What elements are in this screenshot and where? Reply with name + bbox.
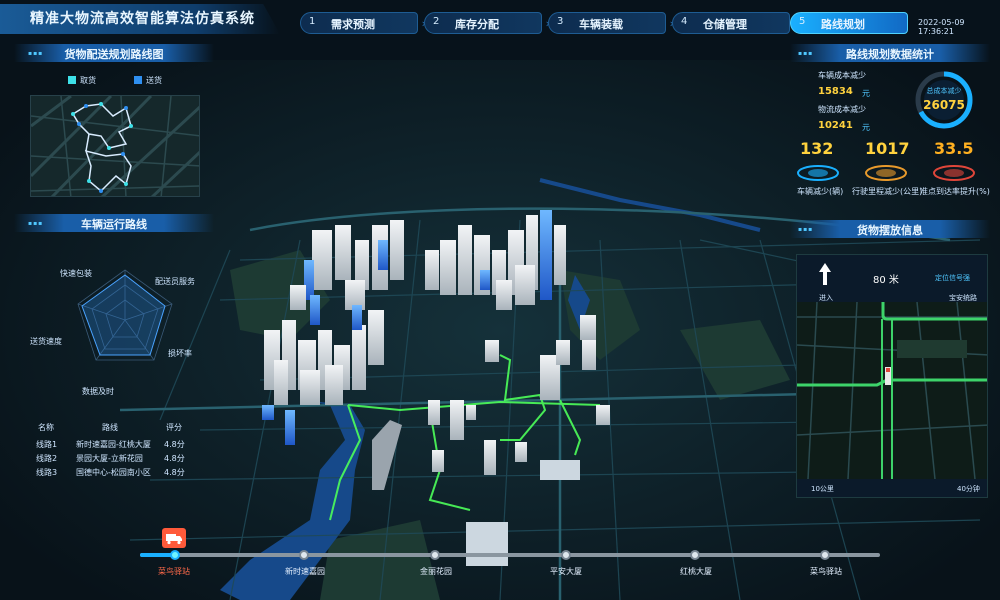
legend-swatch (134, 76, 142, 84)
step-tab-2[interactable]: 2 库存分配 › (424, 12, 550, 34)
timeline-node-active[interactable] (170, 550, 180, 560)
radar-axis-label: 数据及时 (82, 387, 114, 396)
col-header: 名称 (38, 423, 54, 432)
step-num: 1 (309, 16, 316, 27)
nav-signal-label: 定位信号强 (935, 274, 970, 282)
vehicle-cost-value: 15834 (818, 86, 853, 97)
indicator-pedestals (797, 165, 975, 181)
minimap-canvas (31, 96, 199, 196)
timeline-label: 菜鸟驿站 (810, 567, 842, 576)
nav-enter-label: 进入 (819, 294, 833, 302)
datetime: 2022-05-09 17:36:21 (918, 18, 965, 36)
table-cell: 4.8分 (164, 440, 185, 449)
cargo-header: ▪▪▪ 货物摆放信息 (790, 220, 990, 238)
timeline-node[interactable] (561, 550, 571, 560)
radar-axis-label: 损坏率 (168, 349, 192, 358)
timeline-node[interactable] (430, 550, 440, 560)
delivery-map-header: ▪▪▪ 货物配送规划路线图 (14, 44, 214, 62)
step-num: 3 (557, 16, 564, 27)
radar-axis-label: 配送员服务 (155, 277, 195, 286)
step-num: 2 (433, 16, 440, 27)
table-header: 名称 路线 评分 (30, 422, 200, 434)
timeline-label: 红桃大厦 (680, 567, 712, 576)
unit-label: 元 (862, 123, 870, 132)
nav-map-canvas (797, 263, 987, 497)
nav-distance: 80 米 (873, 275, 899, 286)
vehicle-route-header: ▪▪▪ 车辆运行路线 (14, 214, 214, 232)
stats-title: 路线规划数据统计 (846, 48, 934, 61)
cargo-title: 货物摆放信息 (857, 224, 923, 237)
legend-swatch (68, 76, 76, 84)
step-label: 需求预测 (331, 18, 375, 31)
timeline-label: 平安大厦 (550, 567, 582, 576)
table-cell: 线路3 (36, 468, 58, 477)
step-tab-5[interactable]: 5 路线规划 (790, 12, 908, 34)
table-cell: 4.8分 (164, 468, 185, 477)
vehicles-reduced-value: 132 (800, 139, 834, 158)
col-header: 路线 (102, 423, 118, 432)
nav-distance-total: 10公里 (811, 485, 834, 493)
vehicles-reduced-label: 车辆减少(辆) (797, 187, 844, 196)
timeline-label: 金丽花园 (420, 567, 452, 576)
app-title: 精准大物流高效智能算法仿真系统 (30, 11, 255, 27)
unit-label: 元 (862, 89, 870, 98)
timeline-label: 新时速嘉园 (285, 567, 325, 576)
table-cell: 4.8分 (164, 454, 185, 463)
table-cell: 新时速嘉园-红桃大厦 (76, 440, 151, 449)
legend-label: 取货 (80, 76, 96, 85)
logistics-cost-value: 10241 (818, 120, 853, 131)
timeline-track (140, 553, 880, 557)
table-cell: 线路2 (36, 454, 58, 463)
step-tab-3[interactable]: 3 车辆装载 › (548, 12, 674, 34)
total-label: 总成本减少 (926, 87, 962, 95)
step-tab-4[interactable]: 4 仓储管理 › (672, 12, 798, 34)
legend-pickup: 取货 (68, 75, 96, 86)
step-label: 车辆装载 (579, 18, 623, 31)
step-num: 4 (681, 16, 688, 27)
timeline-node[interactable] (690, 550, 700, 560)
table-cell: 线路1 (36, 440, 58, 449)
table-row[interactable]: 线路2 景园大厦-立新花园 4.8分 (30, 453, 200, 465)
radar-axis-label: 送货速度 (30, 337, 62, 346)
mileage-reduced-label: 行驶里程减少(公里) (852, 187, 923, 196)
ontime-rate-value: 33.5 (934, 139, 974, 158)
stats-header: ▪▪▪ 路线规划数据统计 (790, 44, 990, 62)
col-header: 评分 (166, 423, 182, 432)
nav-destination: 宝安统路 (949, 294, 977, 302)
timeline-node[interactable] (299, 550, 309, 560)
logistics-cost-label: 物流成本减少 (818, 105, 866, 114)
nav-time-total: 40分钟 (957, 485, 980, 493)
radar-axis-label: 快速包装 (60, 269, 92, 278)
step-label: 仓储管理 (703, 18, 747, 31)
vehicle-route-title: 车辆运行路线 (81, 218, 147, 231)
timeline-node[interactable] (820, 550, 830, 560)
legend-delivery: 送货 (134, 75, 162, 86)
table-cell: 景园大厦-立新花园 (76, 454, 143, 463)
legend-label: 送货 (146, 76, 162, 85)
table-row[interactable]: 线路3 国德中心-松园南小区 4.8分 (30, 467, 200, 479)
delivery-map-title: 货物配送规划路线图 (64, 48, 164, 61)
truck-marker[interactable] (162, 528, 186, 548)
timeline-label: 菜鸟驿站 (158, 567, 190, 576)
table-row[interactable]: 线路1 新时速嘉园-红桃大厦 4.8分 (30, 439, 200, 451)
total-value: 26075 (923, 98, 965, 112)
ontime-rate-label: 准点到达率提升(%) (920, 187, 990, 196)
navigation-map[interactable]: 80 米 定位信号强 进入 宝安统路 10公里 40分钟 (796, 254, 988, 498)
step-label: 库存分配 (455, 18, 499, 31)
vehicle-cost-label: 车辆成本减少 (818, 71, 866, 80)
table-cell: 国德中心-松园南小区 (76, 468, 151, 477)
delivery-route-minimap[interactable] (30, 95, 200, 197)
step-tab-1[interactable]: 1 需求预测 › (300, 12, 426, 34)
mileage-reduced-value: 1017 (865, 139, 910, 158)
truck-icon (166, 534, 182, 545)
step-label: 路线规划 (821, 18, 865, 31)
step-num: 5 (799, 16, 806, 27)
